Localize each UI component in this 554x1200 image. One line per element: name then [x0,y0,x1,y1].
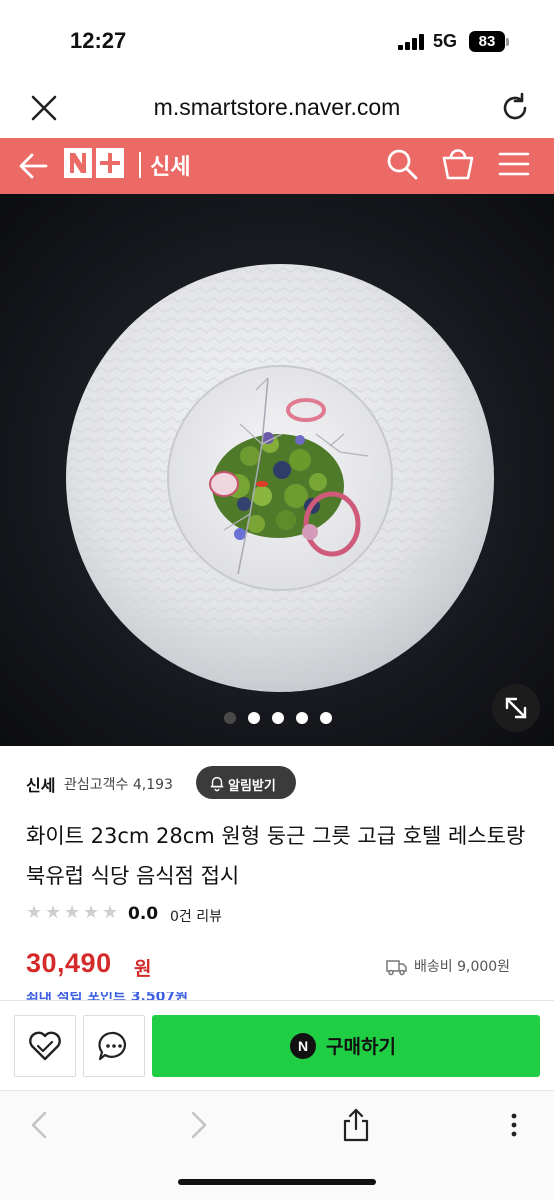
pagination-dot[interactable] [320,712,332,724]
reload-icon[interactable] [498,91,532,125]
star-icon: ★ [45,902,62,923]
menu-icon[interactable] [496,146,532,182]
wish-button[interactable] [14,1015,76,1077]
seller-name[interactable]: 신세 [26,772,55,796]
points-text: 최대 적립 포인트 3,507원 [26,992,188,1000]
star-icon: ★ [26,902,43,923]
rating-score: 0.0 [128,904,159,924]
currency: 원 [134,958,152,980]
pagination-dot[interactable] [272,712,284,724]
home-indicator [178,1179,376,1185]
product-title: 화이트 23cm 28cm 원형 둥근 그릇 고급 호텔 레스토랑 북유럽 식당… [26,824,526,888]
plate-photo [0,194,554,746]
status-bar: 12:27 5G 83 [0,0,554,80]
buy-button-label: 구매하기 [326,1036,396,1058]
price-row: 30,490 원 배송비 9,000원 [26,946,536,990]
clock: 12:27 [70,28,127,53]
header-divider [139,152,141,178]
expand-icon [505,697,527,719]
expand-button[interactable] [492,684,540,732]
alarm-button-label: 알림받기 [228,779,276,794]
naver-pay-badge: N [290,1033,316,1059]
product-image[interactable] [0,194,554,746]
star-icon: ★ [64,902,81,923]
talk-button[interactable] [83,1015,145,1077]
alarm-button[interactable]: 알림받기 [196,766,296,799]
shipping-fee: 배송비 9,000원 [414,959,511,975]
store-name[interactable]: 신세 [150,149,190,181]
more-icon[interactable] [500,1109,528,1141]
search-icon[interactable] [384,146,420,182]
pagination-dot[interactable] [296,712,308,724]
points-line: 최대 적립 포인트 3,507원 [26,992,286,1000]
store-header: 신세 [0,138,554,194]
browser-toolbar [0,1090,554,1200]
chat-icon [98,1031,126,1061]
browser-url-bar: m.smartstore.naver.com [0,80,554,138]
back-arrow-icon[interactable] [18,146,52,186]
image-pagination [224,712,334,726]
url-text[interactable]: m.smartstore.naver.com [0,94,554,121]
rating-row[interactable]: ★ ★ ★ ★ ★ 0.0 0건 리뷰 [26,900,326,930]
truck-icon [386,960,407,976]
star-icon: ★ [102,902,119,923]
star-icon: ★ [83,902,100,923]
naver-plus-logo[interactable] [64,146,126,182]
seller-row: 신세 관심고객수 4,193 알림받기 [26,766,536,800]
battery-tip [506,38,509,46]
pagination-dot[interactable] [224,712,236,724]
review-count[interactable]: 0건 리뷰 [170,906,222,926]
price: 30,490 [26,948,112,978]
follower-count: 관심고객수 4,193 [64,777,173,793]
cart-icon[interactable] [440,144,476,184]
network-type: 5G [433,31,458,51]
purchase-bar: N 구매하기 [0,1000,554,1090]
signal-icon [398,34,424,50]
bell-plus-icon [210,776,224,792]
pagination-dot[interactable] [248,712,260,724]
battery-icon: 83 [469,31,505,52]
buy-button[interactable]: N 구매하기 [152,1015,540,1077]
heart-icon [29,1031,61,1061]
share-icon[interactable] [340,1107,372,1143]
back-icon[interactable] [26,1109,54,1141]
forward-icon[interactable] [184,1109,212,1141]
